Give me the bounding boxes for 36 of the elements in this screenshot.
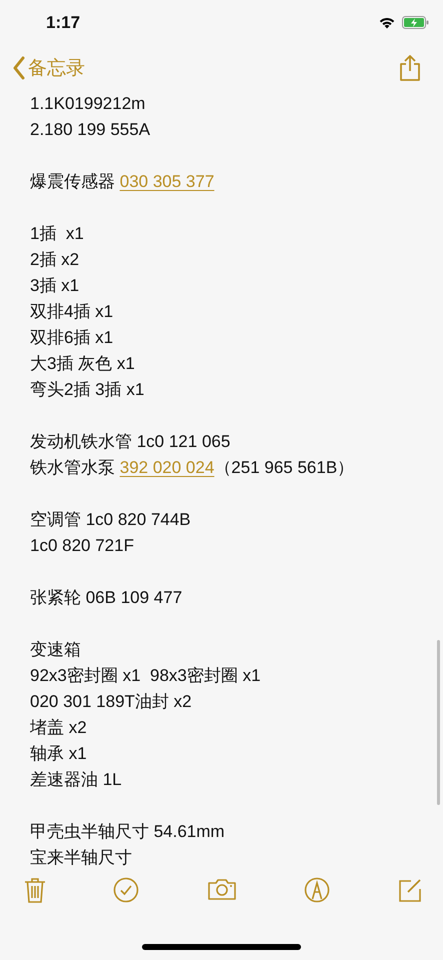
note-line: 变速箱 [30, 639, 82, 661]
wifi-icon [378, 16, 396, 29]
trash-icon[interactable] [24, 877, 46, 903]
note-line: 堵盖 x2 [30, 717, 88, 739]
note-line: 92x3密封圈 x1 98x3密封圈 x1 [30, 665, 262, 687]
note-line: 1c0 820 721F [30, 535, 135, 557]
note-line: 3插 x1 [30, 275, 80, 297]
note-line: 1.1K0199212m [30, 93, 146, 115]
status-time: 1:17 [46, 12, 80, 32]
note-line: 铁水管水泵 392 020 024（251 965 561B） [30, 457, 356, 479]
note-line: 甲壳虫半轴尺寸 54.61mm [30, 821, 226, 843]
back-button[interactable]: 备忘录 [12, 55, 85, 81]
note-line: 2.180 199 555A [30, 119, 152, 141]
note-line: 1插 x1 [30, 223, 85, 245]
note-line: 大3插 灰色 x1 [30, 353, 136, 375]
note-line: 020 301 189T油封 x2 [30, 691, 193, 713]
note-line: 轴承 x1 [30, 743, 88, 765]
back-chevron-icon [12, 56, 26, 80]
markup-icon[interactable] [304, 877, 330, 903]
note-line: 差速器油 1L [30, 769, 123, 791]
checklist-icon[interactable] [113, 877, 140, 903]
note-line: 空调管 1c0 820 744B [30, 509, 192, 531]
battery-icon [402, 16, 429, 29]
note-line: 双排4插 x1 [30, 301, 114, 323]
compose-icon[interactable] [397, 877, 423, 903]
camera-icon[interactable] [206, 877, 236, 901]
note-line: 爆震传感器 030 305 377 [30, 171, 216, 193]
part-number-link[interactable]: 392 020 024 [120, 458, 214, 477]
part-number-link[interactable]: 030 305 377 [120, 172, 214, 191]
note-line: 双排6插 x1 [30, 327, 114, 349]
note-line: 宝来半轴尺寸 [30, 847, 133, 869]
note-line: 张紧轮 06B 109 477 [30, 587, 184, 609]
note-line: 2插 x2 [30, 249, 80, 271]
note-line: 发动机铁水管 1c0 121 065 [30, 431, 232, 453]
share-icon[interactable] [399, 54, 421, 82]
note-line: 弯头2插 3插 x1 [30, 379, 146, 401]
